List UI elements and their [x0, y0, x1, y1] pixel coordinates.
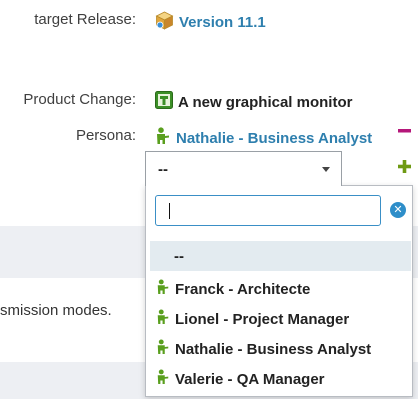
target-release-label: target Release: [34, 11, 136, 28]
option-label: Lionel - Project Manager [175, 310, 350, 328]
dropdown-option-empty[interactable]: -- [150, 241, 411, 271]
background-description-text: smission modes. [0, 302, 112, 319]
person-icon [156, 278, 170, 300]
dropdown-option-lionel[interactable]: Lionel - Project Manager [150, 304, 411, 334]
person-icon [156, 338, 170, 360]
product-change-text: A new graphical monitor [178, 93, 353, 111]
chevron-down-icon [322, 167, 330, 172]
product-change-value[interactable]: A new graphical monitor [155, 91, 352, 113]
text-cursor [169, 203, 170, 219]
release-box-icon [155, 11, 174, 34]
dropdown-option-franck[interactable]: Franck - Architecte [150, 274, 411, 304]
persona-link[interactable]: Nathalie - Business Analyst [176, 130, 372, 147]
clear-icon[interactable]: ✕ [390, 202, 406, 218]
add-persona-icon[interactable] [398, 160, 411, 178]
persona-value[interactable]: Nathalie - Business Analyst [155, 127, 372, 149]
persona-label: Persona: [75, 127, 136, 144]
option-label: -- [174, 247, 184, 265]
persona-select[interactable]: -- [145, 151, 342, 186]
persona-dropdown: ✕ -- Franck - Architecte Lionel - Projec… [145, 185, 413, 397]
dropdown-option-valerie[interactable]: Valerie - QA Manager [150, 364, 411, 394]
search-input[interactable] [155, 195, 381, 226]
person-icon [156, 368, 170, 390]
person-icon [155, 127, 171, 149]
person-icon [156, 308, 170, 330]
remove-persona-icon[interactable] [398, 123, 411, 144]
dropdown-option-nathalie[interactable]: Nathalie - Business Analyst [150, 334, 411, 364]
persona-select-value: -- [158, 161, 168, 178]
option-label: Nathalie - Business Analyst [175, 340, 372, 358]
target-release-link[interactable]: Version 11.1 [179, 14, 266, 31]
target-release-value[interactable]: Version 11.1 [155, 11, 266, 34]
product-change-label: Product Change: [23, 91, 136, 108]
product-change-icon [155, 91, 173, 113]
option-label: Valerie - QA Manager [175, 370, 325, 388]
option-label: Franck - Architecte [175, 280, 311, 298]
